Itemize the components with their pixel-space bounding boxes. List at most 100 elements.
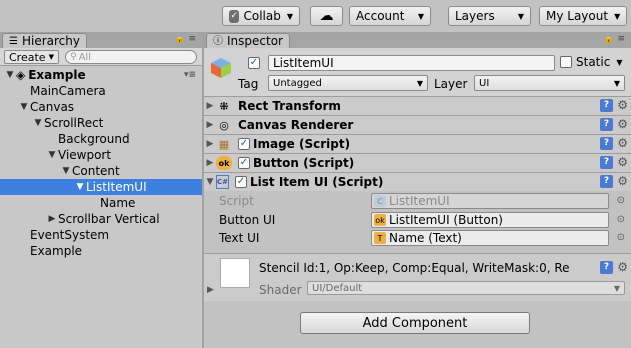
component-header[interactable]: ▶ ▦ ✓ Image (Script)? ⚙ <box>204 134 631 153</box>
property-row: Script C ListItemUI ⊙ <box>204 192 631 210</box>
chevron-down-icon: ▼ <box>416 78 423 88</box>
static-toggle[interactable]: Static ▼ <box>560 55 622 69</box>
component-enabled-checkbox[interactable]: ✓ <box>238 157 250 169</box>
shader-dropdown[interactable]: UI/Default ▼ <box>307 281 625 295</box>
component-name: Rect Transform <box>238 99 341 113</box>
gear-icon[interactable]: ⚙ <box>617 117 628 131</box>
cs-script-icon: C# <box>216 175 229 189</box>
help-icon[interactable]: ? <box>600 137 613 150</box>
hierarchy-item-label: Name <box>100 196 136 210</box>
component-enabled-checkbox[interactable]: ✓ <box>235 176 247 188</box>
expand-arrow-icon[interactable]: ▼ <box>60 166 72 176</box>
property-value: Name (Text) <box>389 231 462 245</box>
cloud-icon: ☁ <box>319 8 334 24</box>
hierarchy-item[interactable]: ▼ Viewport <box>0 147 202 163</box>
tab-hierarchy[interactable]: ☰ Hierarchy <box>2 33 87 48</box>
gear-icon[interactable]: ⚙ <box>617 260 628 274</box>
component-header[interactable]: ▶ ok ✓ Button (Script)? ⚙ <box>204 153 631 172</box>
chevron-down-icon[interactable]: ▼ <box>616 58 622 67</box>
help-icon[interactable]: ? <box>600 118 613 131</box>
gear-icon[interactable]: ⚙ <box>617 136 628 150</box>
layer-dropdown[interactable]: UI ▼ <box>474 75 625 91</box>
account-button[interactable]: Account ▼ <box>349 6 431 26</box>
tag-label: Tag <box>238 77 259 91</box>
help-icon[interactable]: ? <box>600 99 613 112</box>
expand-arrow-icon[interactable]: ▼ <box>4 70 16 80</box>
panel-lock-menu-icon[interactable]: 🔒 ≡ <box>174 34 196 44</box>
hierarchy-item[interactable]: ▼ ScrollRect <box>0 115 202 131</box>
property-value: ListItemUI (Button) <box>389 213 503 227</box>
shader-value: UI/Default <box>312 282 363 294</box>
expand-arrow-icon[interactable]: ▶ <box>204 139 216 149</box>
material-preview[interactable] <box>220 258 250 288</box>
search-placeholder: All <box>78 51 91 63</box>
object-reference-field[interactable]: ok ListItemUI (Button) <box>371 212 609 228</box>
help-icon[interactable]: ? <box>600 261 613 274</box>
collab-button[interactable]: ✓ Collab ▼ <box>222 6 300 26</box>
hierarchy-item-label: EventSystem <box>30 228 110 242</box>
gear-icon[interactable]: ⚙ <box>617 98 628 112</box>
expand-arrow-icon[interactable]: ▶ <box>207 285 214 295</box>
component-header[interactable]: ▶ ⁜ Rect Transform? ⚙ <box>204 96 631 115</box>
active-checkbox[interactable]: ✓ <box>248 57 260 69</box>
tab-inspector[interactable]: ⓘ Inspector <box>206 33 290 48</box>
expand-arrow-icon[interactable]: ▶ <box>46 214 58 224</box>
tab-hierarchy-label: Hierarchy <box>21 33 80 48</box>
expand-arrow-icon[interactable]: ▼ <box>204 177 216 187</box>
gear-icon[interactable]: ⚙ <box>617 174 628 188</box>
gear-icon[interactable]: ⚙ <box>617 155 628 169</box>
property-label: Text UI <box>219 231 260 245</box>
hierarchy-search-input[interactable]: ⚲ All <box>65 50 197 64</box>
object-picker-icon[interactable]: ⊙ <box>617 232 625 243</box>
hierarchy-item[interactable]: Name <box>0 195 202 211</box>
object-name-input[interactable]: ListItemUI <box>268 55 555 71</box>
expand-arrow-icon[interactable]: ▼ <box>32 118 44 128</box>
expand-arrow-icon[interactable]: ▼ <box>74 182 86 192</box>
chevron-down-icon: ▼ <box>613 283 620 293</box>
component-header[interactable]: ▶ ◎ Canvas Renderer? ⚙ <box>204 115 631 134</box>
hierarchy-item-label: Viewport <box>58 148 112 162</box>
expand-arrow-icon[interactable]: ▶ <box>204 120 216 130</box>
collab-label: Collab <box>243 9 281 23</box>
main-toolbar: ✓ Collab ▼ ☁ Account ▼ Layers ▼ My Layou… <box>0 0 631 32</box>
expand-arrow-icon[interactable]: ▶ <box>204 158 216 168</box>
hierarchy-item[interactable]: EventSystem <box>0 227 202 243</box>
add-component-button[interactable]: Add Component <box>300 312 530 334</box>
cloud-button[interactable]: ☁ <box>310 6 343 26</box>
hierarchy-item[interactable]: Background <box>0 131 202 147</box>
hierarchy-item[interactable]: Example <box>0 243 202 259</box>
component-enabled-checkbox[interactable]: ✓ <box>238 138 250 150</box>
scene-menu-icon[interactable]: ▾≡ <box>184 70 196 80</box>
chevron-down-icon: ▼ <box>417 11 424 21</box>
hierarchy-item[interactable]: MainCamera <box>0 83 202 99</box>
hierarchy-item[interactable]: ▼ ListItemUI <box>0 179 202 195</box>
tag-value: Untagged <box>273 77 322 89</box>
create-button[interactable]: Create ▼ <box>4 50 59 64</box>
tag-dropdown[interactable]: Untagged ▼ <box>268 75 428 91</box>
help-icon[interactable]: ? <box>600 156 613 169</box>
layer-label: Layer <box>434 77 468 91</box>
object-picker-icon[interactable]: ⊙ <box>617 195 625 206</box>
rect-transform-icon: ⁜ <box>219 99 229 113</box>
layers-dropdown[interactable]: Layers ▼ <box>448 6 531 26</box>
material-section: Stencil Id:1, Op:Keep, Comp:Equal, Write… <box>204 253 631 301</box>
object-reference-field[interactable]: T Name (Text) <box>371 230 609 246</box>
hierarchy-tabbar: ☰ Hierarchy 🔒 ≡ <box>0 33 202 48</box>
expand-arrow-icon[interactable]: ▼ <box>18 102 30 112</box>
help-icon[interactable]: ? <box>600 175 613 188</box>
component-header[interactable]: ▼ C# ✓ List Item UI (Script)? ⚙ <box>204 172 631 191</box>
info-icon: ⓘ <box>213 35 223 47</box>
hierarchy-item[interactable]: ▼ Canvas <box>0 99 202 115</box>
hierarchy-item-label: Canvas <box>30 100 75 114</box>
hierarchy-item[interactable]: ▶ Scrollbar Vertical <box>0 211 202 227</box>
object-picker-icon[interactable]: ⊙ <box>617 214 625 225</box>
expand-arrow-icon[interactable]: ▼ <box>46 150 58 160</box>
panel-lock-menu-icon[interactable]: 🔒 ≡ <box>603 34 625 44</box>
chevron-down-icon: ▼ <box>48 53 54 61</box>
static-checkbox[interactable] <box>560 56 572 68</box>
expand-arrow-icon[interactable]: ▶ <box>204 101 216 111</box>
scene-row[interactable]: ▼ ◈ Example ▾≡ <box>0 67 202 83</box>
layout-dropdown[interactable]: My Layout ▼ <box>539 6 627 26</box>
hierarchy-item[interactable]: ▼ Content <box>0 163 202 179</box>
hierarchy-tree: ▼ ◈ Example ▾≡ MainCamera ▼ Canvas ▼ ScrollR… <box>0 67 202 259</box>
